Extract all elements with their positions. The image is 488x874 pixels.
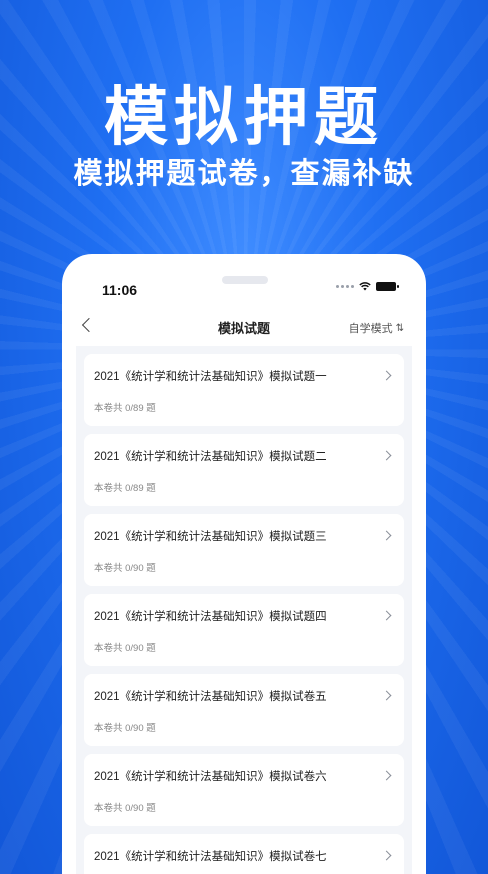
study-mode-toggle[interactable]: 自学模式 ⇅ (349, 320, 404, 336)
phone-mockup: 11:06 模拟试题 自学模式 ⇅ 2021《统计学和统计法基础知识》模拟试题一… (62, 254, 426, 874)
chevron-right-icon (381, 530, 392, 541)
item-title: 2021《统计学和统计法基础知识》模拟试卷七 (94, 851, 327, 863)
item-title: 2021《统计学和统计法基础知识》模拟试题一 (94, 371, 327, 383)
item-title: 2021《统计学和统计法基础知识》模拟试卷五 (94, 691, 327, 703)
list-item[interactable]: 2021《统计学和统计法基础知识》模拟试卷六 本卷共 0/90 题 (84, 754, 404, 826)
item-title: 2021《统计学和统计法基础知识》模拟试题三 (94, 531, 327, 543)
item-meta: 本卷共 0/90 题 (94, 643, 156, 654)
status-indicators (336, 282, 399, 291)
list-item[interactable]: 2021《统计学和统计法基础知识》模拟试题三 本卷共 0/90 题 (84, 514, 404, 586)
phone-notch (222, 276, 268, 284)
item-meta: 本卷共 0/90 题 (94, 563, 156, 574)
list-item[interactable]: 2021《统计学和统计法基础知识》模拟试题四 本卷共 0/90 题 (84, 594, 404, 666)
wifi-icon (359, 282, 371, 291)
chevron-right-icon (381, 450, 392, 461)
status-time: 11:06 (102, 282, 138, 298)
chevron-right-icon (381, 370, 392, 381)
battery-icon (376, 282, 399, 291)
item-meta: 本卷共 0/90 题 (94, 723, 156, 734)
list-item[interactable]: 2021《统计学和统计法基础知识》模拟试题一 本卷共 0/89 题 (84, 354, 404, 426)
item-title: 2021《统计学和统计法基础知识》模拟试卷六 (94, 771, 327, 783)
list-item[interactable]: 2021《统计学和统计法基础知识》模拟试卷五 本卷共 0/90 题 (84, 674, 404, 746)
chevron-right-icon (381, 610, 392, 621)
item-title: 2021《统计学和统计法基础知识》模拟试题二 (94, 451, 327, 463)
promo-background: 模拟押题 模拟押题试卷，查漏补缺 11:06 模拟试题 自学模式 ⇅ 2021《… (0, 0, 488, 874)
chevron-right-icon (381, 850, 392, 861)
signal-icon (336, 285, 354, 288)
nav-bar: 模拟试题 自学模式 ⇅ (62, 314, 426, 342)
study-mode-label: 自学模式 (348, 323, 393, 335)
hero-subtitle: 模拟押题试卷，查漏补缺 (73, 156, 415, 190)
list-item[interactable]: 2021《统计学和统计法基础知识》模拟试题二 本卷共 0/89 题 (84, 434, 404, 506)
hero-title: 模拟押题 (104, 81, 384, 155)
item-meta: 本卷共 0/89 题 (94, 403, 156, 414)
exam-list: 2021《统计学和统计法基础知识》模拟试题一 本卷共 0/89 题 2021《统… (76, 346, 412, 874)
list-item[interactable]: 2021《统计学和统计法基础知识》模拟试卷七 (84, 834, 404, 874)
sort-icon: ⇅ (395, 322, 404, 334)
chevron-right-icon (381, 690, 392, 701)
item-meta: 本卷共 0/89 题 (94, 483, 156, 494)
chevron-right-icon (381, 770, 392, 781)
item-title: 2021《统计学和统计法基础知识》模拟试题四 (94, 611, 327, 623)
item-meta: 本卷共 0/90 题 (94, 803, 156, 814)
